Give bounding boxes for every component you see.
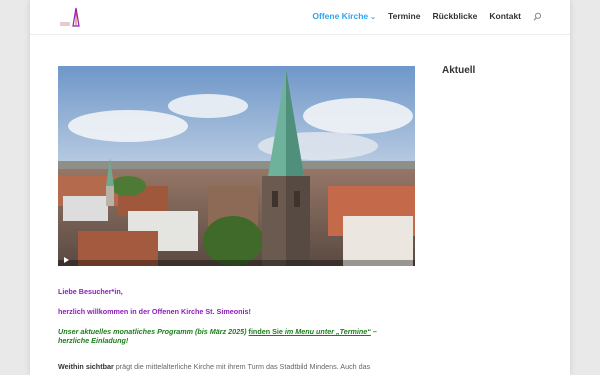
nav-item-offene-kirche[interactable]: Offene Kirche ⌄ [312, 11, 376, 21]
chevron-down-icon: ⌄ [370, 14, 377, 21]
intro-body: prägt die mittelalterliche Kirche mit ih… [113, 362, 371, 371]
programm-post: – [370, 327, 377, 336]
search-icon[interactable] [533, 12, 542, 21]
church-logo-icon[interactable] [58, 6, 84, 28]
nav-item-rueckblicke[interactable]: Rückblicke [432, 11, 477, 21]
programm-pre: Unser aktuelles monatliches Programm (bi… [58, 327, 249, 336]
programm-line2: herzliche Einladung! [58, 335, 129, 345]
play-icon[interactable] [64, 257, 69, 263]
site-header: Offene Kirche ⌄ Termine Rückblicke Kontak… [30, 0, 570, 35]
nav-item-termine[interactable]: Termine [388, 11, 420, 21]
termine-link[interactable]: im Menu unter „Termine“ [285, 327, 371, 336]
page: Offene Kirche ⌄ Termine Rückblicke Kontak… [30, 0, 570, 375]
hero-video[interactable] [58, 66, 415, 266]
nav-item-kontakt[interactable]: Kontakt [489, 11, 521, 21]
sidebar-title: Aktuell [442, 65, 476, 76]
intro-bold: Weithin sichtbar [58, 362, 114, 371]
intro-text: Weithin sichtbar prägt die mittelalterli… [58, 362, 371, 372]
programm-mid: finden Sie [248, 327, 285, 336]
greeting-text: Liebe Besucher*in, [58, 287, 123, 296]
programm-text: Unser aktuelles monatliches Programm (bi… [58, 327, 418, 345]
main-nav: Offene Kirche ⌄ Termine Rückblicke Kontak… [312, 11, 542, 21]
welcome-text: herzlich willkommen in der Offenen Kirch… [58, 307, 251, 316]
